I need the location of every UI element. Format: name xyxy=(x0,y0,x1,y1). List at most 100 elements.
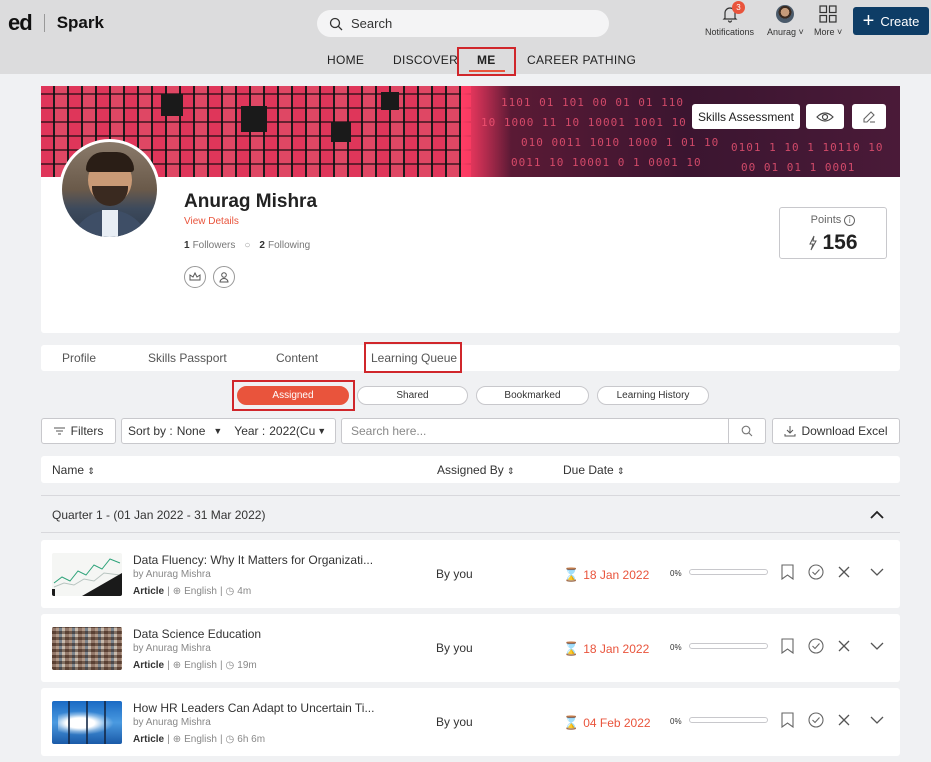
profile-avatar xyxy=(59,139,160,240)
search-icon xyxy=(329,17,343,30)
content-search-input[interactable]: Search here... xyxy=(341,418,766,444)
content-meta: Article | ⊕ English | ◷ 4m xyxy=(133,586,252,597)
assigned-by-value: By you xyxy=(436,715,473,729)
globe-icon: ⊕ xyxy=(172,734,182,745)
lightning-icon xyxy=(809,235,818,251)
due-date: ⌛ 18 Jan 2022 xyxy=(563,567,649,583)
chevron-down-icon[interactable] xyxy=(870,642,884,650)
crown-icon xyxy=(189,272,201,281)
hourglass-icon: ⌛ xyxy=(563,641,580,656)
content-duration: 6h 6m xyxy=(237,734,266,745)
content-language: English xyxy=(184,660,217,671)
following-count: 2 xyxy=(259,240,265,251)
content-author: by Anurag Mishra xyxy=(133,643,211,654)
bookmark-icon[interactable] xyxy=(781,638,794,654)
content-title[interactable]: Data Science Education xyxy=(133,627,261,641)
follow-stats: 1 Followers ○ 2 Following xyxy=(184,240,310,251)
search-button[interactable] xyxy=(728,419,765,443)
content-title[interactable]: Data Fluency: Why It Matters for Organiz… xyxy=(133,553,373,567)
user-menu[interactable]: Anurag ˅ xyxy=(767,5,804,37)
notification-count-badge: 3 xyxy=(732,1,745,14)
download-excel-button[interactable]: Download Excel xyxy=(772,418,900,444)
logo-spark: Spark xyxy=(56,13,104,32)
subtab-shared[interactable]: Shared xyxy=(357,386,468,405)
notifications-label: Notifications xyxy=(705,27,755,37)
subtab-learning-history[interactable]: Learning History xyxy=(597,386,709,405)
due-date: ⌛ 04 Feb 2022 xyxy=(563,715,651,731)
user-badge[interactable] xyxy=(213,266,235,288)
col-name[interactable]: Name ⇕ xyxy=(52,463,95,477)
col-assigned-by[interactable]: Assigned By ⇕ xyxy=(437,463,515,477)
check-circle-icon[interactable] xyxy=(808,564,824,580)
due-date-value: 18 Jan 2022 xyxy=(583,642,650,656)
view-details-link[interactable]: View Details xyxy=(184,216,239,227)
progress-bar xyxy=(689,717,768,723)
table-row[interactable]: Data Science Education by Anurag Mishra … xyxy=(41,614,900,682)
bookmark-icon[interactable] xyxy=(781,712,794,728)
nav-career-pathing[interactable]: CAREER PATHING xyxy=(527,53,636,67)
notifications-button[interactable]: Notifications xyxy=(705,5,754,37)
subtab-bookmarked[interactable]: Bookmarked xyxy=(476,386,589,405)
create-button[interactable]: + Create xyxy=(853,7,929,35)
close-icon[interactable] xyxy=(838,640,850,652)
dot-separator: ○ xyxy=(244,240,251,251)
close-icon[interactable] xyxy=(838,566,850,578)
global-search-input[interactable]: Search xyxy=(317,10,609,37)
row-actions xyxy=(781,712,884,728)
nav-discover[interactable]: DISCOVER xyxy=(393,53,458,67)
content-title[interactable]: How HR Leaders Can Adapt to Uncertain Ti… xyxy=(133,701,374,715)
check-circle-icon[interactable] xyxy=(808,712,824,728)
nav-home[interactable]: HOME xyxy=(327,53,364,67)
download-label: Download Excel xyxy=(801,424,888,438)
tab-content[interactable]: Content xyxy=(276,351,318,365)
assigned-by-value: By you xyxy=(436,567,473,581)
following-link[interactable]: Following xyxy=(268,240,310,251)
content-meta: Article | ⊕ English | ◷ 19m xyxy=(133,660,257,671)
plus-icon: + xyxy=(862,10,875,32)
user-icon xyxy=(219,272,229,283)
profile-name: Anurag Mishra xyxy=(184,191,318,212)
close-icon[interactable] xyxy=(838,714,850,726)
chevron-down-icon[interactable] xyxy=(870,716,884,724)
content-duration: 19m xyxy=(237,660,257,671)
logo[interactable]: ed Spark xyxy=(8,10,104,36)
globe-icon: ⊕ xyxy=(172,586,182,597)
chevron-up-icon xyxy=(870,510,884,519)
hourglass-icon: ⌛ xyxy=(563,567,580,582)
filters-button[interactable]: Filters xyxy=(41,418,116,444)
col-due-date[interactable]: Due Date ⇕ xyxy=(563,463,625,477)
more-label: More xyxy=(814,27,835,37)
bookmark-icon[interactable] xyxy=(781,564,794,580)
sort-icon: ⇕ xyxy=(617,466,625,476)
caret-down-icon: ▼ xyxy=(213,426,223,436)
table-row[interactable]: Data Fluency: Why It Matters for Organiz… xyxy=(41,540,900,608)
followers-count: 1 xyxy=(184,240,190,251)
col-assigned-by-label: Assigned By xyxy=(437,463,504,477)
skills-assessment-button[interactable]: Skills Assessment xyxy=(692,104,800,129)
logo-divider xyxy=(43,14,45,32)
tab-profile[interactable]: Profile xyxy=(62,351,96,365)
followers-link[interactable]: Followers xyxy=(193,240,236,251)
check-circle-icon[interactable] xyxy=(808,638,824,654)
content-thumbnail xyxy=(52,627,122,670)
quarter-group-header[interactable]: Quarter 1 - (01 Jan 2022 - 31 Mar 2022) xyxy=(41,495,900,533)
due-date-value: 18 Jan 2022 xyxy=(583,568,650,582)
edit-profile-button[interactable] xyxy=(852,104,886,129)
search-icon xyxy=(741,425,753,437)
hourglass-icon: ⌛ xyxy=(563,715,580,730)
tab-skills-passport[interactable]: Skills Passport xyxy=(148,351,227,365)
chevron-down-icon[interactable] xyxy=(870,568,884,576)
progress-percent: 0% xyxy=(670,569,682,578)
sort-value: None xyxy=(176,424,206,438)
more-menu[interactable]: More ˅ xyxy=(814,5,842,37)
table-row[interactable]: How HR Leaders Can Adapt to Uncertain Ti… xyxy=(41,688,900,756)
sort-select[interactable]: None ▼ xyxy=(177,424,223,438)
year-select[interactable]: 2022(Cu ▼ xyxy=(269,424,326,438)
edit-icon xyxy=(863,110,875,123)
progress-bar xyxy=(689,569,768,575)
view-profile-button[interactable] xyxy=(806,104,844,129)
crown-badge[interactable] xyxy=(184,266,206,288)
eye-icon xyxy=(816,111,834,122)
progress-percent: 0% xyxy=(670,643,682,652)
content-author: by Anurag Mishra xyxy=(133,569,211,580)
